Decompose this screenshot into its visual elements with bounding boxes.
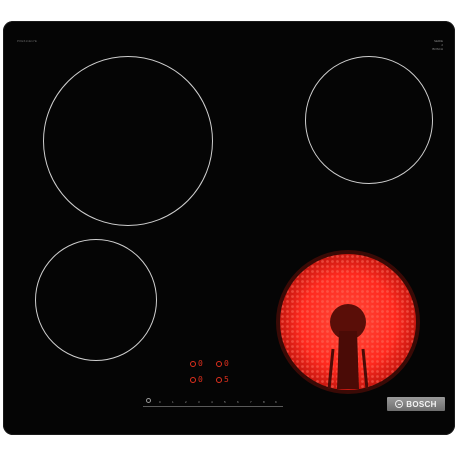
display-front-left: 0 (198, 375, 203, 384)
brand-name: BOSCH (406, 399, 437, 409)
zone-select-rear-left-icon[interactable] (190, 361, 196, 367)
display-front-right: 5 (224, 375, 229, 384)
power-level-slider[interactable]: 0 1 2 3 4 5 6 7 8 9 (143, 400, 283, 407)
slider-tick: 0 (159, 400, 161, 404)
cooking-zone-rear-right[interactable] (305, 56, 433, 184)
brand-badge: BOSCH (387, 397, 445, 411)
slider-tick: 4 (211, 400, 213, 404)
bosch-logo-icon (395, 400, 404, 408)
slider-tick: 2 (185, 400, 187, 404)
slider-tick: 5 (224, 400, 226, 404)
series-brand: BOSCH (432, 47, 443, 51)
model-label: PKE611E17E (17, 39, 38, 43)
display-rear-right: 0 (224, 359, 229, 368)
slider-tick: 7 (250, 400, 252, 404)
cooking-zone-front-left[interactable] (35, 239, 157, 361)
zone-select-front-right-icon[interactable] (216, 377, 222, 383)
heating-sensor-shadow (337, 331, 359, 389)
cooking-zone-rear-left[interactable] (43, 56, 213, 226)
slider-tick: 9 (275, 400, 277, 404)
series-label: SERIE 2 BOSCH (413, 39, 443, 51)
cooktop-glass: PKE611E17E SERIE 2 BOSCH 0 0 0 5 0 1 2 3… (3, 21, 455, 435)
display-rear-left: 0 (198, 359, 203, 368)
slider-tick: 1 (172, 400, 174, 404)
slider-tick: 6 (237, 400, 239, 404)
zone-select-front-left-icon[interactable] (190, 377, 196, 383)
slider-tick: 8 (263, 400, 265, 404)
zone-select-rear-right-icon[interactable] (216, 361, 222, 367)
cooking-zone-front-right[interactable] (275, 249, 421, 395)
slider-tick: 3 (198, 400, 200, 404)
